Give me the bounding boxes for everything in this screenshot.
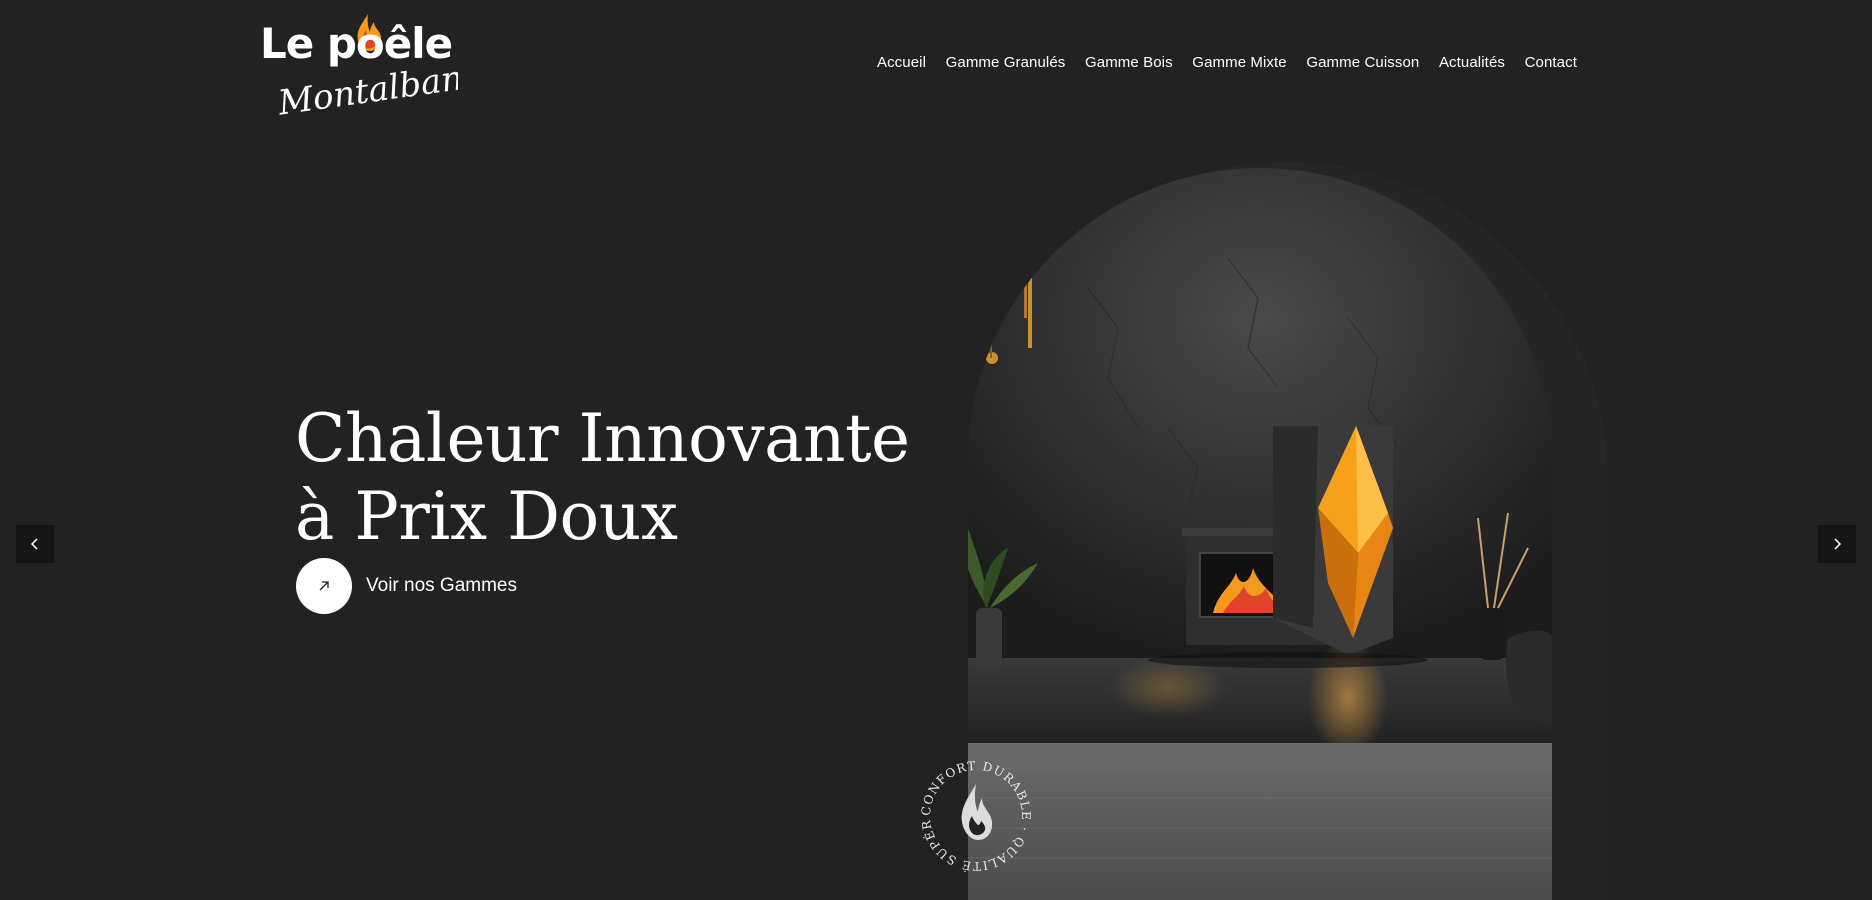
hero-title-line-1: Chaleur Innovante — [295, 400, 910, 477]
nav-link-gamme-bois[interactable]: Gamme Bois — [1075, 52, 1182, 74]
quality-badge: CONFORT DURABLE · QUALITÉ SUPÉRIEURE · — [916, 756, 1036, 876]
cta-label[interactable]: Voir nos Gammes — [366, 575, 517, 597]
nav-link-contact[interactable]: Contact — [1515, 52, 1577, 74]
nav-link-gamme-mixte[interactable]: Gamme Mixte — [1183, 52, 1297, 74]
hero-image — [968, 168, 1552, 900]
nav-link-accueil[interactable]: Accueil — [867, 52, 936, 74]
stove-scene — [968, 168, 1552, 900]
slider-prev-button[interactable] — [16, 525, 54, 563]
hero-title: Chaleur Innovante à Prix Doux — [295, 400, 910, 556]
chevron-left-icon — [30, 538, 38, 550]
hero-title-line-2: à Prix Doux — [295, 478, 678, 555]
nav-link-actualites[interactable]: Actualités — [1429, 52, 1515, 74]
nav-link-gamme-cuisson[interactable]: Gamme Cuisson — [1297, 52, 1430, 74]
logo-graphic: Le poêle Montalbanais — [260, 14, 458, 120]
main-nav: Accueil Gamme Granulés Gamme Bois Gamme … — [867, 52, 1577, 74]
chevron-right-icon — [1834, 538, 1842, 550]
flame-icon — [961, 784, 993, 840]
cta-button[interactable]: Voir nos Gammes — [296, 558, 517, 614]
slider-next-button[interactable] — [1818, 525, 1856, 563]
site-logo[interactable]: Le poêle Montalbanais — [258, 10, 458, 120]
page: Le poêle Montalbanais Accueil Gamme Gran… — [0, 0, 1872, 900]
svg-text:Le poêle: Le poêle — [260, 19, 452, 68]
nav-link-gamme-granules[interactable]: Gamme Granulés — [936, 52, 1075, 74]
arrow-up-right-icon[interactable] — [296, 558, 352, 614]
